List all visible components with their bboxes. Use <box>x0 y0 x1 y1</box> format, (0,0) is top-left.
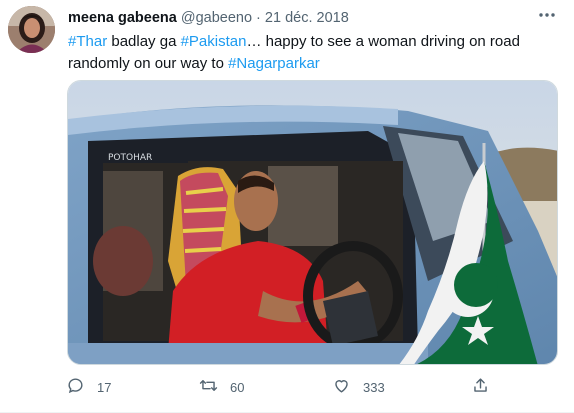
retweet-count: 60 <box>230 379 245 395</box>
tweet-photo[interactable]: POTOHAR <box>67 80 558 365</box>
car-badge-text: POTOHAR <box>108 153 152 163</box>
share-button[interactable] <box>471 376 490 398</box>
retweet-button[interactable]: 60 <box>199 376 244 398</box>
tweet-text-part: badlay ga <box>107 33 181 50</box>
reply-count: 17 <box>97 379 112 395</box>
reply-button[interactable]: 17 <box>66 376 111 398</box>
avatar[interactable] <box>8 6 55 53</box>
like-count: 333 <box>363 379 385 395</box>
hashtag-nagarparkar[interactable]: #Nagarparkar <box>228 55 320 72</box>
tweet-header: meena gabeena @gabeeno · 21 déc. 2018 <box>68 8 558 28</box>
reply-icon <box>66 376 85 398</box>
tweet-actions: 17 60 333 <box>66 376 506 400</box>
tweet-card[interactable]: meena gabeena @gabeeno · 21 déc. 2018 #T… <box>0 0 574 413</box>
hashtag-pakistan[interactable]: #Pakistan <box>181 33 247 50</box>
author-name[interactable]: meena gabeena <box>68 10 177 26</box>
tweet-date[interactable]: 21 déc. 2018 <box>265 10 349 26</box>
more-horizontal-icon[interactable] <box>536 4 558 26</box>
header-separator: · <box>256 10 261 26</box>
like-button[interactable]: 333 <box>332 376 385 398</box>
retweet-icon <box>199 376 218 398</box>
hashtag-thar[interactable]: #Thar <box>68 33 107 50</box>
tweet-text: #Thar badlay ga #Pakistan… happy to see … <box>68 31 548 75</box>
heart-icon <box>332 376 351 398</box>
share-icon <box>471 376 490 398</box>
author-handle[interactable]: @gabeeno <box>181 10 252 26</box>
